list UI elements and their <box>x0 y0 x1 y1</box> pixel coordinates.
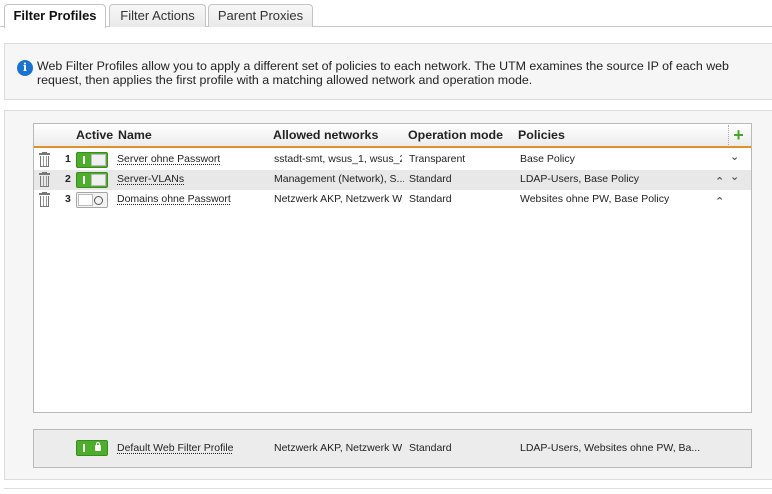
tab-filter-profiles[interactable]: Filter Profiles <box>4 4 106 28</box>
tab-bar: Filter Profiles Filter Actions Parent Pr… <box>0 0 772 28</box>
profile-name-link[interactable]: Server-VLANs <box>117 173 184 185</box>
row-number: 3 <box>65 193 71 205</box>
header-allowed-networks[interactable]: Allowed networks <box>273 128 378 142</box>
policies-cell: Base Policy <box>520 153 575 165</box>
lock-icon <box>95 442 101 451</box>
table-header: Active Name Allowed networks Operation m… <box>34 124 751 148</box>
operation-mode-cell: Standard <box>409 193 452 205</box>
trash-icon[interactable] <box>39 152 50 168</box>
default-profile-box: Default Web Filter Profile Netzwerk AKP,… <box>33 429 752 468</box>
info-icon: i <box>17 60 33 76</box>
chevron-up-icon[interactable]: ⌃ <box>715 195 724 208</box>
allowed-networks-cell: Netzwerk AKP, Netzwerk Wü <box>274 193 402 205</box>
allowed-networks-cell: Netzwerk AKP, Netzwerk Wü <box>274 442 402 454</box>
tab-filter-actions[interactable]: Filter Actions <box>109 4 206 27</box>
policies-cell: LDAP-Users, Base Policy <box>520 173 640 185</box>
header-name[interactable]: Name <box>118 128 152 142</box>
active-toggle[interactable] <box>76 172 108 188</box>
trash-icon[interactable] <box>39 192 50 208</box>
chevron-down-icon[interactable]: ⌄ <box>730 170 739 183</box>
bottom-divider <box>4 488 772 489</box>
table-row: 3 Domains ohne Passwort Netzwerk AKP, Ne… <box>34 190 751 210</box>
info-text: Web Filter Profiles allow you to apply a… <box>37 59 729 87</box>
allowed-networks-cell: Management (Network), S... <box>274 173 404 185</box>
operation-mode-cell: Standard <box>409 442 452 454</box>
operation-mode-cell: Transparent <box>409 153 466 165</box>
plus-icon[interactable]: + <box>728 125 748 145</box>
header-policies[interactable]: Policies <box>518 128 565 142</box>
tab-parent-proxies[interactable]: Parent Proxies <box>208 4 313 27</box>
default-profile-link[interactable]: Default Web Filter Profile <box>117 442 234 454</box>
row-number: 2 <box>65 173 71 185</box>
chevron-up-icon[interactable]: ⌃ <box>715 175 724 188</box>
profile-name-link[interactable]: Server ohne Passwort <box>117 153 220 165</box>
locked-toggle <box>76 440 108 456</box>
active-toggle[interactable] <box>76 152 108 168</box>
allowed-networks-cell: sstadt-smt, wsus_1, wsus_2 <box>274 153 402 165</box>
table-row: 2 Server-VLANs Management (Network), S..… <box>34 170 751 190</box>
row-number: 1 <box>65 153 71 165</box>
chevron-down-icon[interactable]: ⌄ <box>730 150 739 163</box>
policies-cell: LDAP-Users, Websites ohne PW, Ba... <box>520 442 701 454</box>
table-row: 1 Server ohne Passwort sstadt-smt, wsus_… <box>34 150 751 170</box>
header-active: Active <box>76 128 114 142</box>
active-toggle[interactable] <box>76 192 108 208</box>
policies-cell: Websites ohne PW, Base Policy <box>520 193 670 205</box>
profile-name-link[interactable]: Domains ohne Passwort <box>117 193 231 205</box>
profiles-table: Active Name Allowed networks Operation m… <box>33 123 752 413</box>
trash-icon[interactable] <box>39 172 50 188</box>
info-box: i Web Filter Profiles allow you to apply… <box>4 43 772 100</box>
operation-mode-cell: Standard <box>409 173 452 185</box>
header-operation-mode[interactable]: Operation mode <box>408 128 503 142</box>
